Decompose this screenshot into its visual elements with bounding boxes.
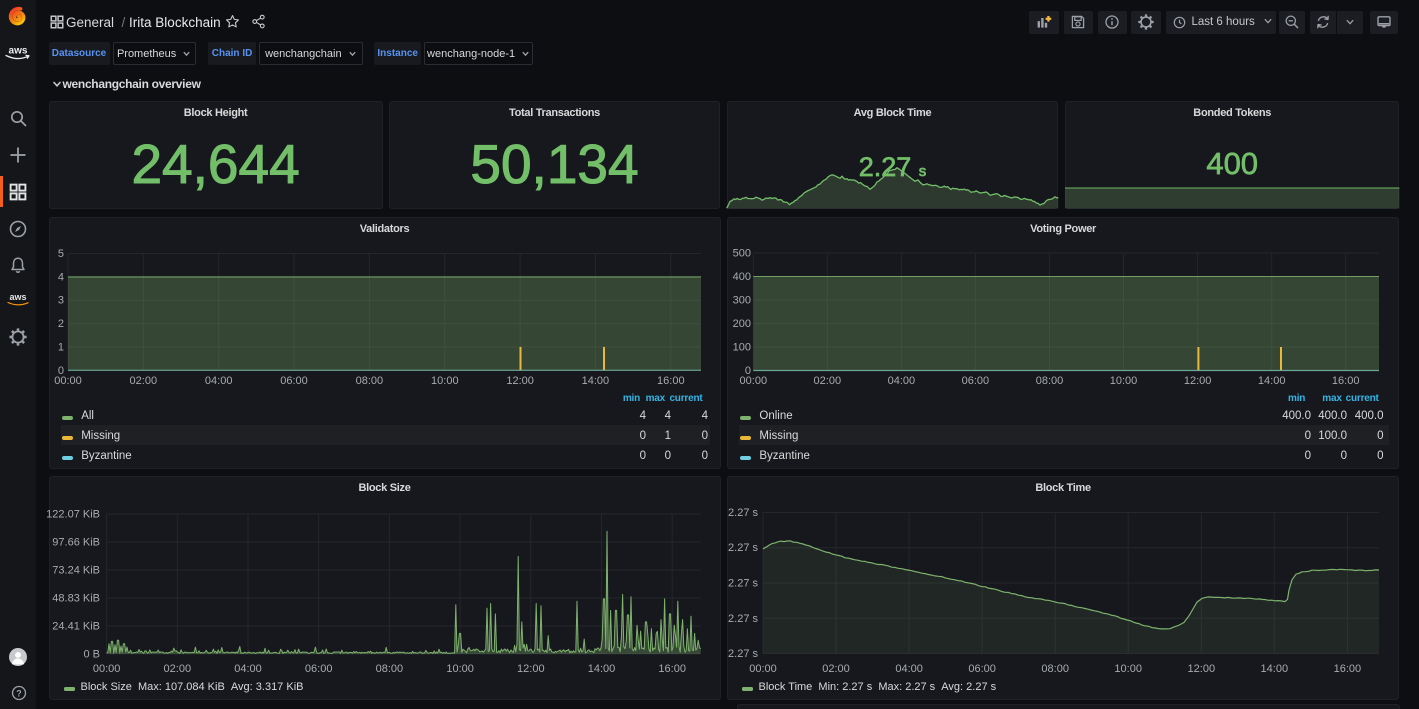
svg-text:06:00: 06:00: [968, 663, 996, 675]
svg-text:16:00: 16:00: [658, 663, 686, 675]
svg-text:02:00: 02:00: [164, 663, 192, 675]
svg-text:00:00: 00:00: [93, 663, 121, 675]
svg-text:73.24 KiB: 73.24 KiB: [52, 565, 100, 577]
svg-text:14:00: 14:00: [582, 375, 610, 387]
svg-text:16:00: 16:00: [657, 375, 685, 387]
svg-text:16:00: 16:00: [1332, 375, 1360, 387]
svg-text:12:00: 12:00: [506, 375, 534, 387]
svg-text:14:00: 14:00: [1258, 375, 1286, 387]
svg-text:5: 5: [58, 248, 64, 260]
svg-text:3: 3: [58, 295, 64, 307]
svg-text:12:00: 12:00: [1188, 663, 1216, 675]
svg-text:10:00: 10:00: [1114, 663, 1142, 675]
svg-text:08:00: 08:00: [1041, 663, 1069, 675]
svg-text:06:00: 06:00: [305, 663, 333, 675]
svg-text:04:00: 04:00: [234, 663, 262, 675]
svg-text:02:00: 02:00: [822, 663, 850, 675]
svg-text:2: 2: [58, 318, 64, 330]
svg-text:400: 400: [733, 271, 751, 283]
svg-text:02:00: 02:00: [814, 375, 842, 387]
svg-text:00:00: 00:00: [740, 375, 768, 387]
svg-text:12:00: 12:00: [1184, 375, 1212, 387]
svg-text:0: 0: [745, 365, 751, 377]
svg-text:97.66 KiB: 97.66 KiB: [52, 537, 100, 549]
svg-text:14:00: 14:00: [588, 663, 616, 675]
svg-text:04:00: 04:00: [205, 375, 233, 387]
svg-text:04:00: 04:00: [895, 663, 923, 675]
svg-text:0: 0: [58, 365, 64, 377]
svg-text:300: 300: [733, 295, 751, 307]
svg-text:2.27 s: 2.27 s: [728, 507, 758, 519]
svg-text:02:00: 02:00: [130, 375, 158, 387]
svg-text:06:00: 06:00: [962, 375, 990, 387]
svg-text:aws: aws: [9, 292, 26, 302]
svg-text:10:00: 10:00: [446, 663, 474, 675]
svg-text:08:00: 08:00: [1036, 375, 1064, 387]
svg-text:10:00: 10:00: [1110, 375, 1138, 387]
svg-text:06:00: 06:00: [280, 375, 308, 387]
svg-text:100: 100: [733, 342, 751, 354]
svg-text:2.27 s: 2.27 s: [728, 648, 758, 660]
svg-text:?: ?: [16, 688, 21, 698]
svg-text:00:00: 00:00: [749, 663, 777, 675]
svg-text:10:00: 10:00: [431, 375, 459, 387]
svg-text:2.27 s: 2.27 s: [728, 578, 758, 590]
svg-text:2.27 s: 2.27 s: [728, 613, 758, 625]
svg-text:16:00: 16:00: [1334, 663, 1362, 675]
svg-text:08:00: 08:00: [376, 663, 404, 675]
svg-text:0 B: 0 B: [83, 649, 100, 661]
svg-text:08:00: 08:00: [356, 375, 384, 387]
svg-text:12:00: 12:00: [517, 663, 545, 675]
svg-text:2.27 s: 2.27 s: [728, 542, 758, 554]
svg-text:4: 4: [58, 271, 64, 283]
svg-text:48.83 KiB: 48.83 KiB: [52, 593, 100, 605]
svg-text:aws: aws: [9, 46, 28, 57]
svg-text:1: 1: [58, 341, 64, 353]
svg-text:04:00: 04:00: [888, 375, 916, 387]
svg-text:200: 200: [733, 318, 751, 330]
svg-text:122.07 KiB: 122.07 KiB: [46, 509, 100, 521]
svg-text:14:00: 14:00: [1261, 663, 1289, 675]
svg-text:500: 500: [733, 248, 751, 260]
svg-text:24.41 KiB: 24.41 KiB: [52, 621, 100, 633]
